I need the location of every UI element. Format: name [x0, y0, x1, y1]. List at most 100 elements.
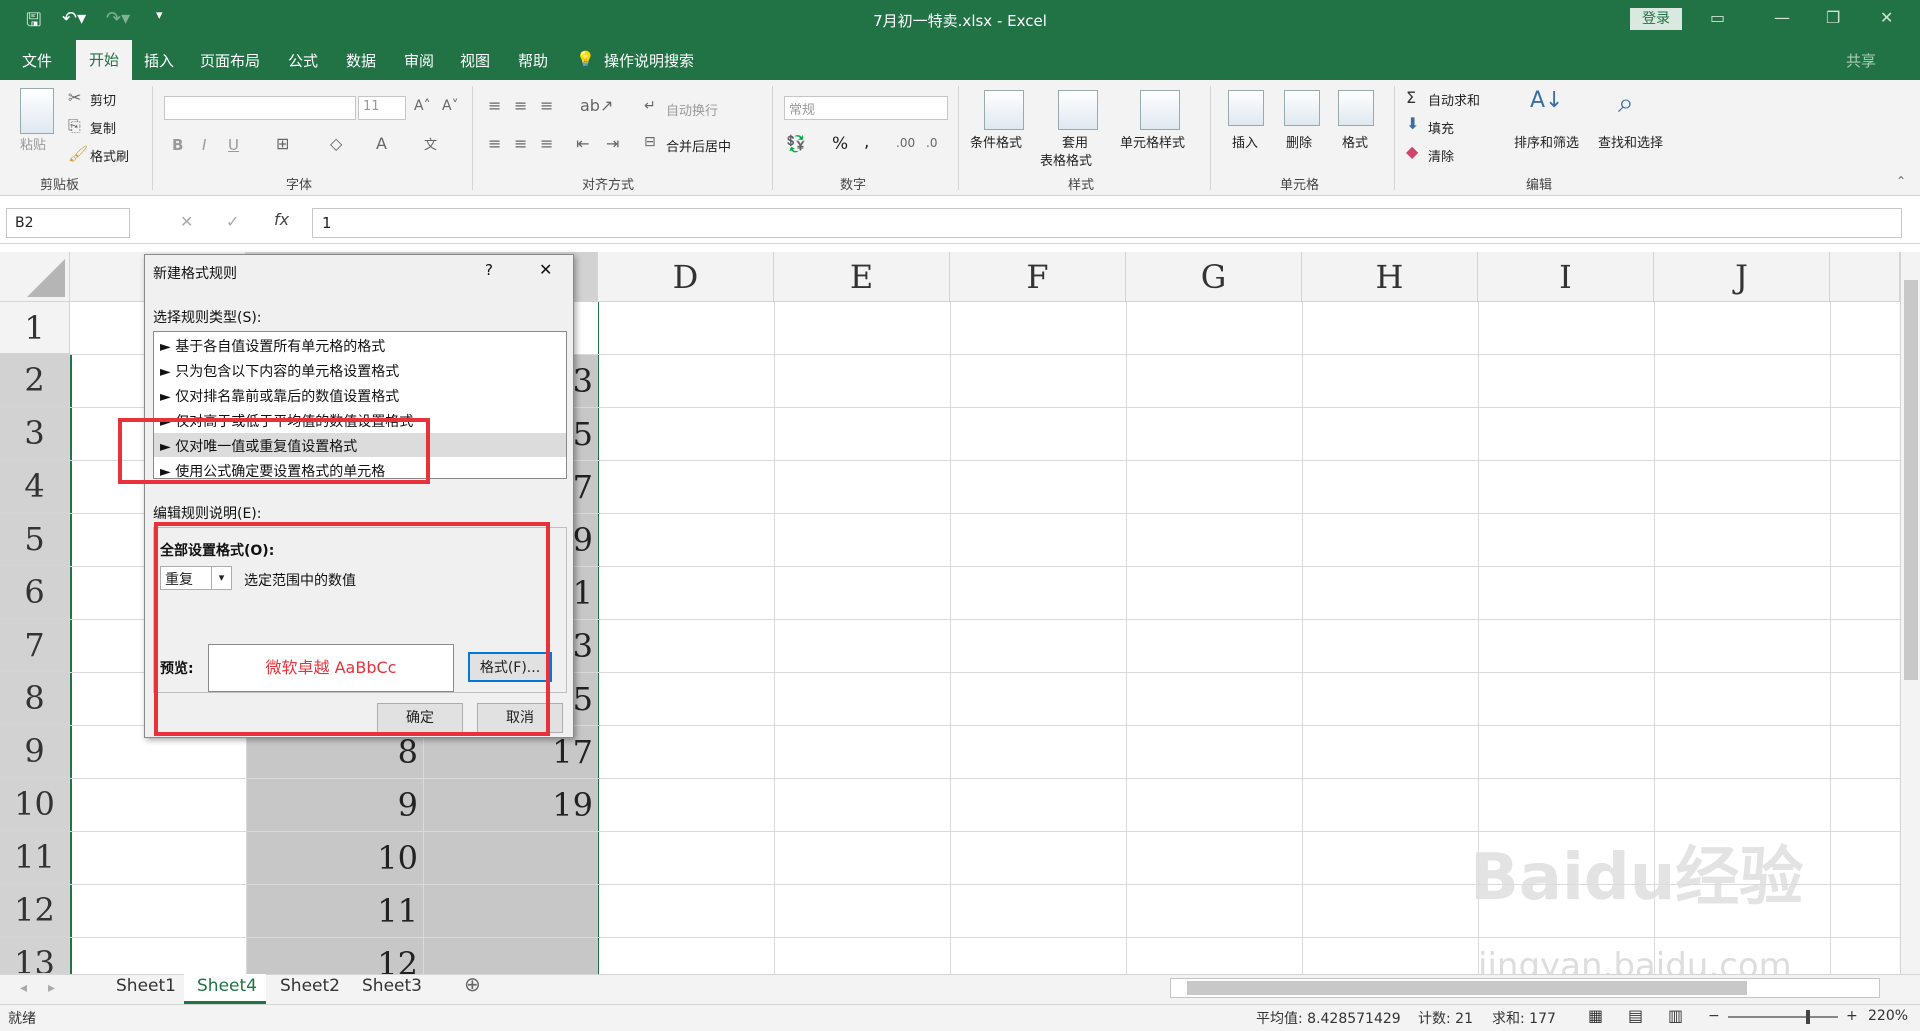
column-header-h[interactable]: H	[1302, 252, 1478, 302]
decrease-indent-icon[interactable]: ⇤	[576, 134, 589, 153]
tab-insert[interactable]: 插入	[144, 50, 174, 71]
page-layout-view-icon[interactable]: ▤	[1628, 1006, 1643, 1025]
row-header[interactable]: 11	[0, 831, 70, 884]
close-window-icon[interactable]: ✕	[1880, 8, 1893, 27]
cell-c10[interactable]: 19	[423, 786, 593, 824]
find-select-button[interactable]: 查找和选择	[1598, 132, 1663, 151]
row-header[interactable]: 1	[0, 302, 70, 354]
font-color-icon[interactable]: A	[376, 134, 387, 153]
zoom-in-icon[interactable]: +	[1846, 1008, 1858, 1024]
tab-view[interactable]: 视图	[460, 50, 490, 71]
fill-color-icon[interactable]: ◇	[330, 134, 342, 153]
ribbon-display-icon[interactable]: ▭	[1710, 8, 1725, 27]
row-header[interactable]: 7	[0, 619, 70, 672]
row-header[interactable]: 2	[0, 354, 70, 407]
align-right-icon[interactable]: ≡	[540, 134, 553, 153]
accounting-format-icon[interactable]: 💱	[786, 134, 806, 153]
page-break-view-icon[interactable]: ▥	[1668, 1006, 1683, 1025]
row-header[interactable]: 4	[0, 460, 70, 513]
zoom-slider-thumb[interactable]	[1806, 1010, 1810, 1024]
horizontal-scrollbar[interactable]	[1170, 978, 1880, 998]
comma-button[interactable]: ,	[864, 132, 869, 152]
tab-review[interactable]: 审阅	[404, 50, 434, 71]
tab-home[interactable]: 开始	[76, 40, 132, 80]
maximize-icon[interactable]: ❐	[1826, 8, 1840, 27]
insert-function-button[interactable]: fx	[274, 210, 289, 229]
insert-cells-button[interactable]: 插入	[1232, 132, 1258, 151]
cell-b11[interactable]: 10	[246, 839, 418, 877]
copy-button[interactable]: 复制	[90, 118, 116, 137]
add-sheet-icon[interactable]: ⊕	[464, 972, 481, 996]
sheet-scroll-right-icon[interactable]: ▸	[48, 980, 55, 996]
cell-b12[interactable]: 11	[246, 892, 418, 930]
column-header-e[interactable]: E	[774, 252, 950, 302]
decrease-decimal-icon[interactable]: .0	[926, 136, 937, 150]
italic-button[interactable]: I	[202, 136, 206, 154]
sheet-tab-sheet4[interactable]: Sheet4	[197, 976, 257, 996]
column-header-g[interactable]: G	[1126, 252, 1302, 302]
sheet-tab-sheet1[interactable]: Sheet1	[116, 976, 176, 996]
row-header[interactable]: 9	[0, 725, 70, 778]
list-item[interactable]: ► 仅对排名靠前或靠后的数值设置格式	[160, 386, 399, 406]
format-table-button-line2[interactable]: 表格格式	[1040, 150, 1092, 169]
paste-icon[interactable]	[20, 88, 54, 134]
cut-button[interactable]: 剪切	[90, 90, 116, 109]
increase-decimal-icon[interactable]: .00	[896, 136, 915, 150]
font-name-combo[interactable]	[164, 96, 356, 120]
collapse-ribbon-icon[interactable]: ⌃	[1896, 174, 1906, 188]
bold-button[interactable]: B	[172, 136, 183, 154]
align-left-icon[interactable]: ≡	[488, 134, 501, 153]
share-button[interactable]: 共享	[1846, 50, 1876, 71]
minimize-icon[interactable]: —	[1774, 8, 1790, 27]
cell-b10[interactable]: 9	[246, 786, 418, 824]
column-header-i[interactable]: I	[1478, 252, 1654, 302]
row-header[interactable]: 13	[0, 937, 70, 974]
confirm-entry-icon[interactable]: ✓	[226, 212, 239, 231]
cell-styles-button[interactable]: 单元格样式	[1120, 132, 1185, 151]
login-button[interactable]: 登录	[1630, 8, 1682, 30]
merge-center-button[interactable]: 合并后居中	[666, 136, 731, 155]
formula-input[interactable]	[312, 208, 1902, 238]
border-icon[interactable]: ⊞	[276, 134, 289, 153]
align-top-icon[interactable]: ≡	[488, 96, 501, 115]
help-button[interactable]: ?	[485, 261, 493, 279]
phonetic-icon[interactable]: 文	[424, 134, 437, 153]
clear-button[interactable]: 清除	[1428, 146, 1454, 165]
row-header[interactable]: 10	[0, 778, 70, 831]
list-item[interactable]: ► 基于各自值设置所有单元格的格式	[160, 336, 385, 356]
vertical-scroll-thumb[interactable]	[1904, 280, 1918, 680]
format-painter-button[interactable]: 格式刷	[90, 146, 129, 165]
row-header[interactable]: 3	[0, 407, 70, 460]
tab-help[interactable]: 帮助	[518, 50, 548, 71]
row-header[interactable]: 5	[0, 513, 70, 566]
cancel-entry-icon[interactable]: ✕	[180, 212, 193, 231]
format-cells-button[interactable]: 格式	[1342, 132, 1368, 151]
tab-page-layout[interactable]: 页面布局	[200, 50, 260, 71]
shrink-font-icon[interactable]: A˅	[442, 98, 459, 114]
tell-me-search[interactable]: 操作说明搜索	[604, 50, 694, 71]
vertical-scrollbar[interactable]	[1900, 252, 1920, 974]
percent-button[interactable]: %	[832, 134, 848, 154]
cell-c9[interactable]: 17	[423, 733, 593, 771]
underline-button[interactable]: U	[228, 136, 239, 154]
format-table-button-line1[interactable]: 套用	[1062, 132, 1088, 151]
align-center-icon[interactable]: ≡	[514, 134, 527, 153]
row-header[interactable]: 6	[0, 566, 70, 619]
sheet-scroll-left-icon[interactable]: ◂	[20, 980, 27, 996]
column-header-d[interactable]: D	[598, 252, 774, 302]
row-header[interactable]: 8	[0, 672, 70, 725]
font-size-combo[interactable]: 11	[358, 96, 406, 120]
column-header-f[interactable]: F	[950, 252, 1126, 302]
increase-indent-icon[interactable]: ⇥	[606, 134, 619, 153]
list-item[interactable]: ► 只为包含以下内容的单元格设置格式	[160, 361, 399, 381]
orientation-icon[interactable]: ab↗	[580, 96, 613, 115]
zoom-slider[interactable]	[1728, 1010, 1838, 1024]
align-bottom-icon[interactable]: ≡	[540, 96, 553, 115]
zoom-level[interactable]: 220%	[1868, 1008, 1908, 1024]
sort-filter-button[interactable]: 排序和筛选	[1514, 132, 1579, 151]
align-middle-icon[interactable]: ≡	[514, 96, 527, 115]
autosum-button[interactable]: 自动求和	[1428, 90, 1480, 109]
column-header-k[interactable]	[1830, 252, 1900, 302]
zoom-out-icon[interactable]: −	[1708, 1008, 1720, 1024]
cell-b9[interactable]: 8	[246, 733, 418, 771]
